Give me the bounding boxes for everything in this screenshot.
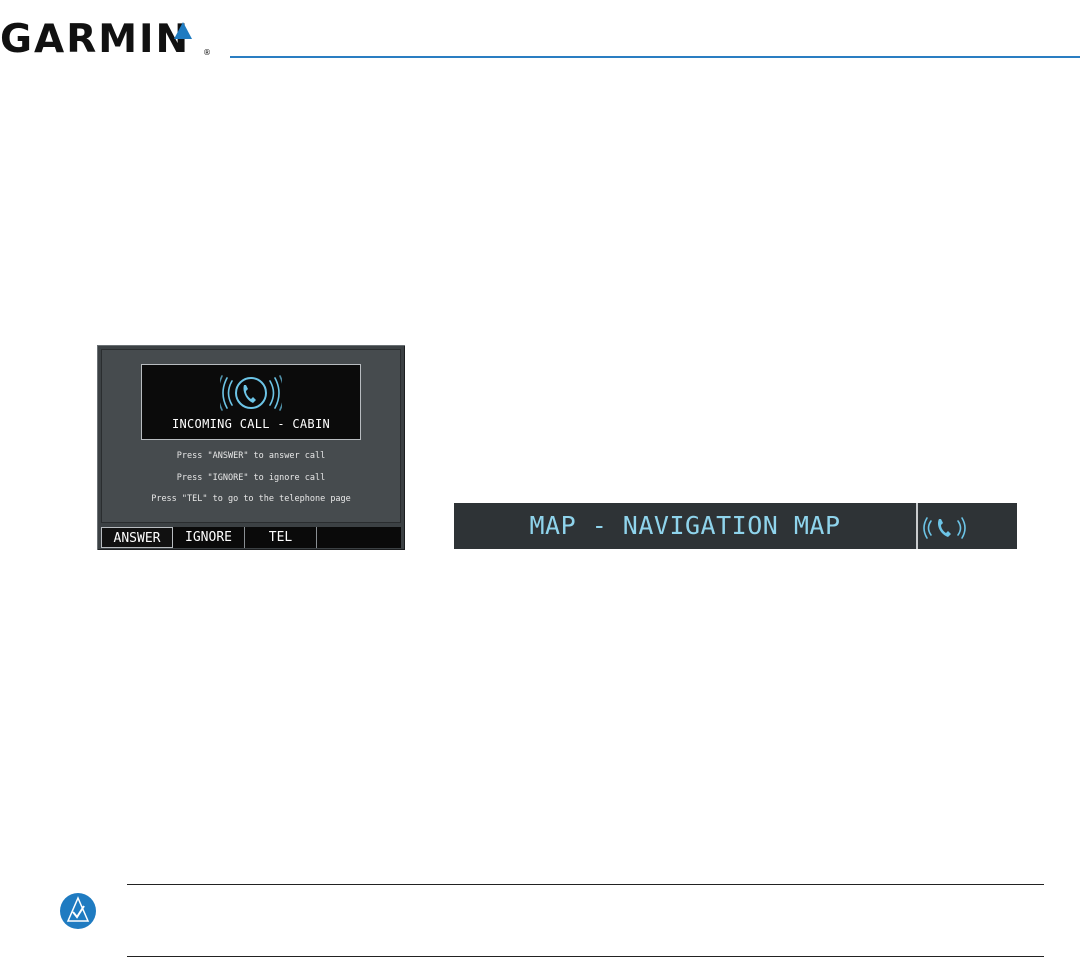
- answer-instruction: Press "ANSWER" to answer call: [176, 451, 326, 461]
- garmin-logo: GARMIN: [0, 17, 192, 62]
- note-top-rule: [127, 884, 1044, 885]
- tel-instruction: Press "TEL" to go to the telephone page: [151, 494, 351, 504]
- incoming-call-popup: INCOMING CALL - CABIN: [141, 364, 361, 440]
- incoming-call-window: INCOMING CALL - CABIN Press "ANSWER" to …: [97, 345, 405, 550]
- logo-triangle-icon: [174, 22, 192, 39]
- softkey-bar: ANSWER IGNORE TEL: [101, 527, 401, 548]
- logo-registered-mark: ®: [203, 48, 211, 57]
- phone-ringing-icon: [923, 517, 966, 539]
- ignore-softkey[interactable]: IGNORE: [173, 527, 245, 548]
- header-rule: [230, 56, 1080, 58]
- ignore-instruction: Press "IGNORE" to ignore call: [176, 473, 326, 483]
- navigation-map-header: MAP - NAVIGATION MAP: [454, 503, 1017, 549]
- header-divider: [916, 503, 918, 549]
- tel-softkey[interactable]: TEL: [245, 527, 317, 548]
- answer-softkey[interactable]: ANSWER: [101, 527, 173, 548]
- page-title: MAP - NAVIGATION MAP: [529, 511, 841, 540]
- incoming-call-title: INCOMING CALL - CABIN: [171, 417, 331, 431]
- phone-ringing-icon: [220, 375, 282, 411]
- note-check-icon: [60, 893, 96, 929]
- logo-text: GARMIN: [0, 17, 191, 62]
- blank-softkey[interactable]: [317, 527, 401, 548]
